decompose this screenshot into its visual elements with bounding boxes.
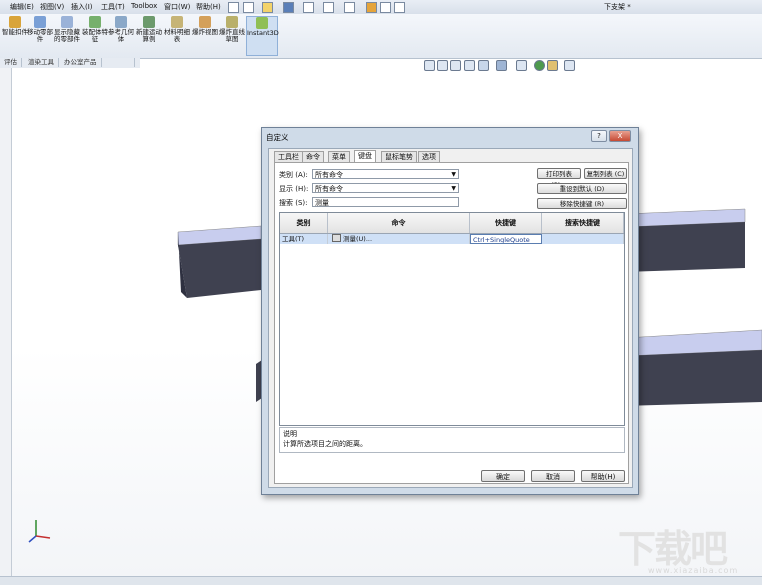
menu-tools[interactable]: 工具(T) xyxy=(101,2,125,12)
menu-help[interactable]: 帮助(H) xyxy=(196,2,221,12)
column-shortcut[interactable]: 快捷键 xyxy=(470,213,542,233)
tab-keyboard[interactable]: 键盘 xyxy=(354,150,376,162)
menu-window[interactable]: 窗口(W) xyxy=(164,2,190,12)
column-category[interactable]: 类别 xyxy=(280,213,328,233)
cancel-button[interactable]: 取消 xyxy=(531,470,575,482)
open-folder-icon[interactable] xyxy=(262,2,273,13)
instant3d-icon xyxy=(256,17,268,29)
instant3d-button[interactable]: Instant3D xyxy=(246,16,279,56)
tab-office-products[interactable]: 办公室产品 xyxy=(60,58,102,67)
show-hidden-icon xyxy=(61,16,73,28)
customize-dialog: 自定义 ? X 工具栏 命令 菜单 键盘 鼠标笔势 选项 类别 (A): 所有命… xyxy=(261,127,639,495)
command-manager-ribbon: 智能扣件 移动零部件 显示隐藏的零部件 装配体特征 参考几何体 新建运动算例 材… xyxy=(0,14,762,59)
dialog-title: 自定义 xyxy=(266,133,289,142)
search-input[interactable]: 测量 xyxy=(312,197,459,207)
menu-insert[interactable]: 插入(I) xyxy=(71,2,93,12)
print-icon[interactable] xyxy=(303,2,314,13)
show-select[interactable]: 所有命令 ▼ xyxy=(312,183,459,193)
beam-lower-side xyxy=(624,350,762,406)
cell-command: 测量(U)... xyxy=(328,234,470,244)
show-hidden-components-button[interactable]: 显示隐藏的零部件 xyxy=(52,16,82,54)
pin-icon[interactable] xyxy=(228,2,239,13)
watermark-url: www.xiazaiba.com xyxy=(648,566,739,575)
help-button[interactable]: ? xyxy=(591,130,607,142)
tab-extra[interactable] xyxy=(112,58,135,67)
tab-toolbars[interactable]: 工具栏 xyxy=(274,151,303,162)
move-icon xyxy=(34,16,46,28)
help-dialog-button[interactable]: 帮助(H) xyxy=(581,470,625,482)
close-button[interactable]: X xyxy=(609,130,631,142)
keyboard-panel: 类别 (A): 所有命令 ▼ 显示 (H): 所有命令 ▼ 搜索 (S): 测量… xyxy=(274,162,629,484)
chevron-down-icon: ▼ xyxy=(451,171,456,178)
description-box: 说明 计算所选项目之间的距离。 xyxy=(279,427,625,453)
feature-manager-panel[interactable] xyxy=(0,68,12,576)
dialog-body: 工具栏 命令 菜单 键盘 鼠标笔势 选项 类别 (A): 所有命令 ▼ 显示 (… xyxy=(268,148,633,488)
explode-line-icon xyxy=(226,16,238,28)
beam-right-side xyxy=(624,222,745,272)
table-row[interactable]: 工具(T) 测量(U)... Ctrl+SingleQuote xyxy=(280,234,624,244)
column-command[interactable]: 命令 xyxy=(328,213,470,233)
description-label: 说明 xyxy=(283,430,297,438)
document-title: 下支架 * xyxy=(604,3,631,11)
column-search-shortcut[interactable]: 搜索快捷键 xyxy=(542,213,624,233)
shortcut-table: 类别 命令 快捷键 搜索快捷键 工具(T) 测量(U)... Ctrl+Sing… xyxy=(279,212,625,426)
chevron-down-icon: ▼ xyxy=(451,185,456,192)
watermark-logo: 下载吧 xyxy=(618,527,728,571)
beam-left-side xyxy=(178,239,261,298)
menu-edit[interactable]: 编辑(E) xyxy=(10,2,34,12)
search-label: 搜索 (S): xyxy=(279,199,308,207)
exploded-view-button[interactable]: 爆炸视图 xyxy=(190,16,220,54)
reference-geometry-button[interactable]: 参考几何体 xyxy=(106,16,136,54)
bom-icon xyxy=(171,16,183,28)
new-document-icon[interactable] xyxy=(243,2,254,13)
menu-bar: 编辑(E) 视图(V) 插入(I) 工具(T) Toolbox 窗口(W) 帮助… xyxy=(0,0,762,15)
category-label: 类别 (A): xyxy=(279,171,308,179)
tab-render-tools[interactable]: 渲染工具 xyxy=(24,58,59,67)
save-icon[interactable] xyxy=(283,2,294,13)
menu-toolbox[interactable]: Toolbox xyxy=(131,2,157,10)
new-motion-study-button[interactable]: 新建运动算例 xyxy=(134,16,164,54)
category-select[interactable]: 所有命令 ▼ xyxy=(312,169,459,179)
rebuild-icon[interactable] xyxy=(366,2,377,13)
reference-geometry-icon xyxy=(115,16,127,28)
table-header: 类别 命令 快捷键 搜索快捷键 xyxy=(280,213,624,234)
tab-evaluate[interactable]: 评估 xyxy=(0,58,22,67)
options-icon[interactable] xyxy=(394,2,405,13)
select-icon[interactable] xyxy=(344,2,355,13)
reset-to-default-button[interactable]: 重设到默认 (D) xyxy=(537,183,627,194)
tab-commands[interactable]: 命令 xyxy=(302,151,324,162)
file-properties-icon[interactable] xyxy=(380,2,391,13)
motion-study-icon xyxy=(143,16,155,28)
print-list-button[interactable]: 打印列表 (P)... xyxy=(537,168,581,189)
move-component-button[interactable]: 移动零部件 xyxy=(25,16,55,54)
exploded-view-icon xyxy=(199,16,211,28)
measure-icon xyxy=(332,234,341,242)
assembly-feature-icon xyxy=(89,16,101,28)
explode-line-sketch-button[interactable]: 爆炸直线草图 xyxy=(217,16,247,54)
copy-list-button[interactable]: 复制列表 (C) xyxy=(584,168,627,179)
tab-menus[interactable]: 菜单 xyxy=(328,151,350,162)
cell-shortcut-editor[interactable]: Ctrl+SingleQuote xyxy=(470,234,542,244)
ok-button[interactable]: 确定 xyxy=(481,470,525,482)
show-label: 显示 (H): xyxy=(279,185,309,193)
cell-search-shortcut xyxy=(542,234,624,244)
remove-shortcut-button[interactable]: 移除快捷键 (R) xyxy=(537,198,627,209)
undo-icon[interactable] xyxy=(323,2,334,13)
bill-of-materials-button[interactable]: 材料明细表 xyxy=(162,16,192,54)
tab-options[interactable]: 选项 xyxy=(418,151,440,162)
fastener-icon xyxy=(9,16,21,28)
tab-mouse-gestures[interactable]: 鼠标笔势 xyxy=(381,151,417,162)
menu-view[interactable]: 视图(V) xyxy=(40,2,64,12)
cell-category: 工具(T) xyxy=(280,234,328,244)
description-text: 计算所选项目之间的距离。 xyxy=(283,440,367,448)
